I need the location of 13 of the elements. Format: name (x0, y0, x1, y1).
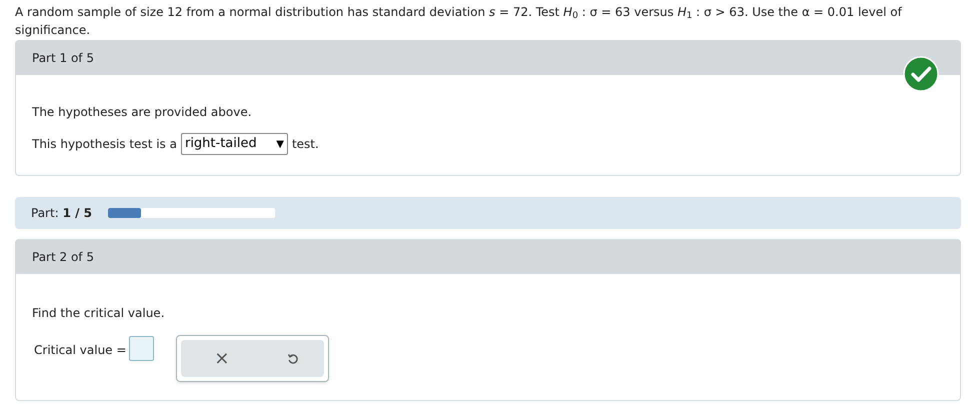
type-dropdown[interactable]: right-tailed ▼ (180, 133, 288, 155)
part-title: Part 2 of 5 (32, 249, 94, 266)
instruction-text: The hypotheses are provided above. (32, 104, 253, 121)
question-text: A random sample of size 12 from a normal distribution has standard deviation s = 72. Test H$_{0}$ : σ = 63 versus H$_{1}$ : σ > 63. Use the α = 0.01 level of significance. (15, 5, 902, 37)
instruction-text: Find the critical value. (32, 305, 166, 322)
sentence-text: This hypothesis test is a (32, 136, 177, 153)
critical-value-field[interactable] (129, 336, 154, 361)
undo-icon[interactable] (287, 352, 300, 365)
part-title: Part 1 of 5 (32, 50, 94, 67)
sentence-text: test. (292, 136, 319, 153)
progress-label: Part: 1 / 5 (31, 205, 92, 222)
field-label: Critical value = (34, 342, 126, 359)
clear-button[interactable]: × (206, 345, 238, 372)
